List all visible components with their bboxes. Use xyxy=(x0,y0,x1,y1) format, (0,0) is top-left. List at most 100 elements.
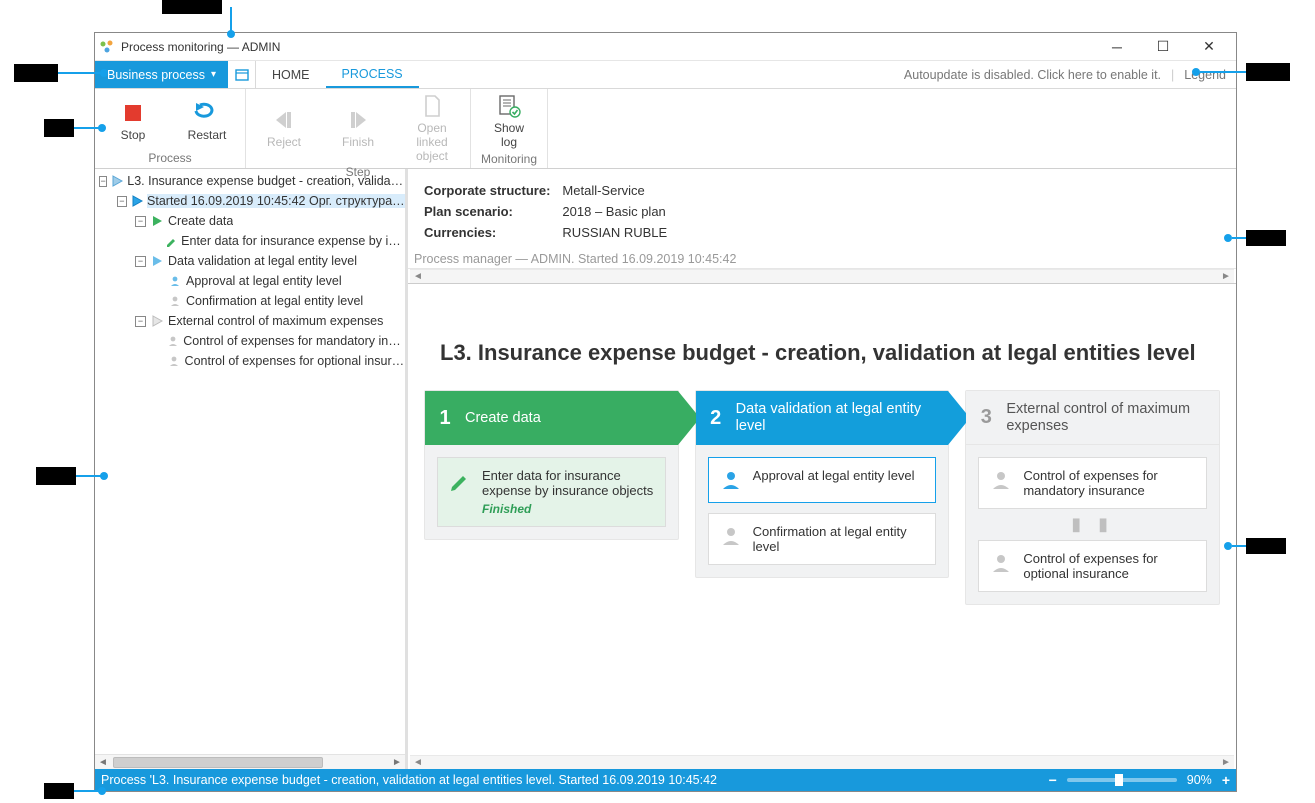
restart-button[interactable]: Restart xyxy=(177,100,237,143)
collapse-icon[interactable]: − xyxy=(135,316,146,327)
play-filled-icon xyxy=(150,215,164,227)
tree-approval[interactable]: Approval at legal entity level xyxy=(95,271,405,291)
collapse-icon[interactable]: − xyxy=(99,176,107,187)
info-panel: Corporate structure:Metall-Service Plan … xyxy=(408,169,1236,248)
collapse-icon[interactable]: − xyxy=(117,196,127,207)
tree-enter-data[interactable]: Enter data for insurance expense by insu… xyxy=(95,231,405,251)
business-process-menu[interactable]: Business process ▾ xyxy=(95,61,228,88)
autoupdate-link[interactable]: Autoupdate is disabled. Click here to en… xyxy=(904,68,1161,82)
stop-button[interactable]: Stop xyxy=(103,100,163,143)
tree-label: Confirmation at legal entity level xyxy=(186,294,363,308)
stage-2[interactable]: 2 Data validation at legal entity level … xyxy=(695,390,950,578)
stage-label: Create data xyxy=(465,410,678,427)
legend-link[interactable]: Legend xyxy=(1184,68,1226,82)
stop-label: Stop xyxy=(121,129,146,143)
stop-icon xyxy=(121,100,145,126)
stage-header: 2 Data validation at legal entity level xyxy=(696,391,949,445)
collapse-icon[interactable]: − xyxy=(135,256,146,267)
tree-confirmation[interactable]: Confirmation at legal entity level xyxy=(95,291,405,311)
tree-optional-control[interactable]: Control of expenses for optional insuran… xyxy=(95,351,405,371)
info-hscrollbar[interactable]: ◄ ► xyxy=(410,269,1234,283)
card-optional-control[interactable]: Control of expenses for optional insuran… xyxy=(978,540,1207,592)
stage-number: 1 xyxy=(425,407,465,430)
group-process-label: Process xyxy=(103,149,237,168)
process-tree[interactable]: − L3. Insurance expense budget - creatio… xyxy=(95,169,405,754)
tree-hscrollbar[interactable]: ◄ ► xyxy=(95,754,405,769)
scroll-right-icon[interactable]: ► xyxy=(389,757,405,768)
diagram-stages: 1 Create data Enter data for insurance e… xyxy=(424,390,1220,605)
tab-process[interactable]: PROCESS xyxy=(326,61,419,88)
ribbon: Stop Restart Process Reject Finish xyxy=(95,89,1236,169)
person-icon xyxy=(719,468,743,492)
open-linked-object-button: Open linked object xyxy=(402,93,462,163)
finish-label: Finish xyxy=(342,136,374,150)
collapse-icon[interactable]: − xyxy=(135,216,146,227)
title-bar: Process monitoring — ADMIN ─ ☐ ✕ xyxy=(95,33,1236,61)
diagram-hscrollbar[interactable]: ◄ ► xyxy=(410,755,1234,769)
window-close-button[interactable]: ✕ xyxy=(1186,33,1232,61)
card-mandatory-control[interactable]: Control of expenses for mandatory insura… xyxy=(978,457,1207,509)
card-title: Control of expenses for mandatory insura… xyxy=(1023,468,1196,498)
finish-icon xyxy=(346,107,370,133)
zoom-slider[interactable] xyxy=(1067,778,1177,782)
play-icon xyxy=(150,255,164,267)
tree-external-control[interactable]: − External control of maximum expenses xyxy=(95,311,405,331)
zoom-out-button[interactable]: − xyxy=(1049,772,1057,788)
window-maximize-button[interactable]: ☐ xyxy=(1140,33,1186,61)
person-icon xyxy=(989,468,1013,492)
stage-header: 1 Create data xyxy=(425,391,678,445)
plan-scenario-label: Plan scenario: xyxy=(424,202,560,221)
card-status: Finished xyxy=(482,502,655,516)
scroll-left-icon[interactable]: ◄ xyxy=(95,757,111,768)
card-title: Enter data for insurance expense by insu… xyxy=(482,468,655,498)
window-title: Process monitoring — ADMIN xyxy=(121,40,280,54)
right-pane: Corporate structure:Metall-Service Plan … xyxy=(408,169,1236,769)
play-icon xyxy=(131,195,143,207)
tree-root[interactable]: − L3. Insurance expense budget - creatio… xyxy=(95,171,405,191)
finish-button: Finish xyxy=(328,107,388,150)
stage-3[interactable]: 3 External control of maximum expenses C… xyxy=(965,390,1220,605)
restart-label: Restart xyxy=(188,129,227,143)
person-icon xyxy=(167,335,179,347)
person-icon xyxy=(167,355,180,367)
window-minimize-button[interactable]: ─ xyxy=(1094,33,1140,61)
tree-label: Create data xyxy=(168,214,233,228)
tree-mandatory-control[interactable]: Control of expenses for mandatory insura… xyxy=(95,331,405,351)
card-confirmation[interactable]: Confirmation at legal entity level xyxy=(708,513,937,565)
ribbon-group-monitoring: Show log Monitoring xyxy=(471,89,548,168)
person-icon xyxy=(168,295,182,307)
log-icon xyxy=(496,93,522,119)
document-icon xyxy=(421,93,443,119)
process-manager-info: Process manager — ADMIN. Started 16.09.2… xyxy=(408,248,1236,269)
zoom-in-button[interactable]: + xyxy=(1222,772,1230,788)
scroll-left-icon[interactable]: ◄ xyxy=(410,271,426,282)
quick-access-button[interactable] xyxy=(228,61,256,88)
tree-data-validation[interactable]: − Data validation at legal entity level xyxy=(95,251,405,271)
app-icon xyxy=(99,39,115,55)
stage-1[interactable]: 1 Create data Enter data for insurance e… xyxy=(424,390,679,540)
stage-label: Data validation at legal entity level xyxy=(736,401,949,434)
show-log-button[interactable]: Show log xyxy=(479,93,539,150)
tree-label: Control of expenses for optional insuran… xyxy=(185,354,405,368)
diagram-pane[interactable]: L3. Insurance expense budget - creation,… xyxy=(408,283,1236,755)
scroll-right-icon[interactable]: ► xyxy=(1218,271,1234,282)
pencil-icon xyxy=(448,468,472,492)
connector-icon: ▮ ▮ xyxy=(978,519,1207,530)
tree-create-data[interactable]: − Create data xyxy=(95,211,405,231)
scroll-right-icon[interactable]: ► xyxy=(1218,757,1234,768)
scroll-thumb[interactable] xyxy=(113,757,323,768)
separator: | xyxy=(1171,68,1174,82)
body: − L3. Insurance expense budget - creatio… xyxy=(95,169,1236,769)
card-approval[interactable]: Approval at legal entity level xyxy=(708,457,937,503)
zoom-value: 90% xyxy=(1187,773,1212,787)
restart-icon xyxy=(192,100,222,126)
tab-home[interactable]: HOME xyxy=(256,61,326,88)
app-window: Process monitoring — ADMIN ─ ☐ ✕ Busines… xyxy=(94,32,1237,792)
card-enter-data[interactable]: Enter data for insurance expense by insu… xyxy=(437,457,666,527)
tree-label: Approval at legal entity level xyxy=(186,274,342,288)
stage-header: 3 External control of maximum expenses xyxy=(966,391,1219,445)
status-bar: Process 'L3. Insurance expense budget - … xyxy=(95,769,1236,791)
tree-started[interactable]: − Started 16.09.2019 10:45:42 Орг. струк… xyxy=(95,191,405,211)
scroll-left-icon[interactable]: ◄ xyxy=(410,757,426,768)
group-monitoring-label: Monitoring xyxy=(479,150,539,169)
